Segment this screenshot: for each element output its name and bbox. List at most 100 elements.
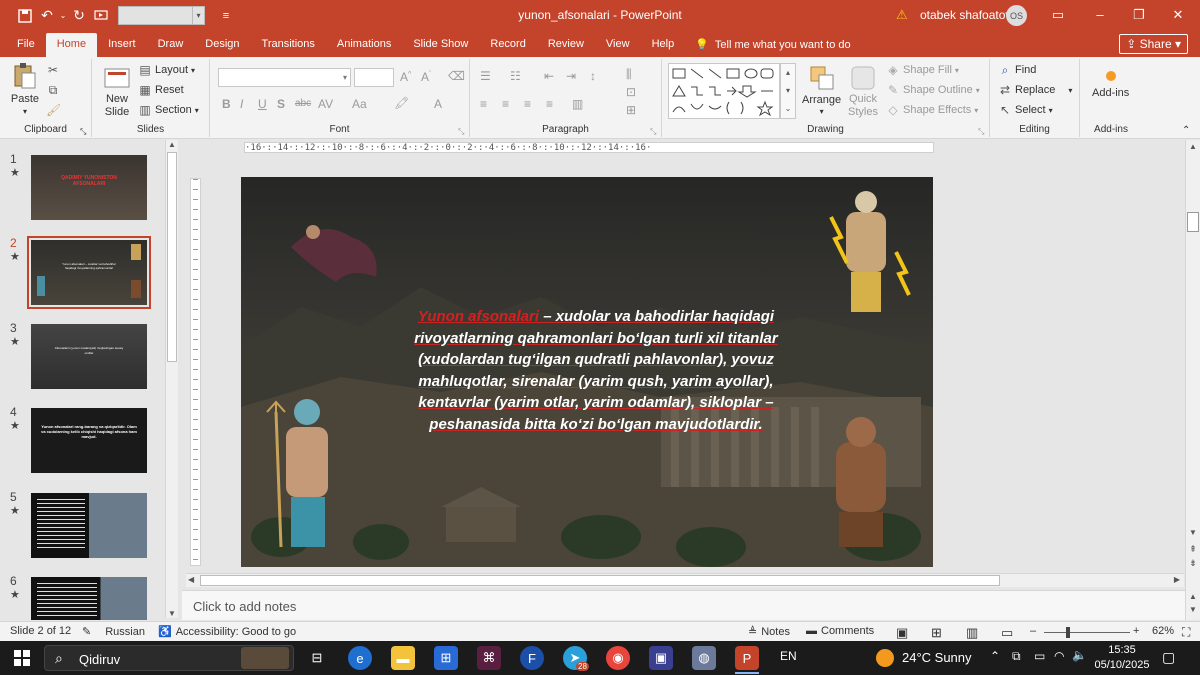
share-button[interactable]: ⇪ Share ▾ bbox=[1119, 34, 1188, 54]
align-left-icon[interactable]: ≡ bbox=[480, 97, 487, 111]
battery-icon[interactable]: ▭ bbox=[1034, 649, 1045, 663]
task-view-icon[interactable]: ⊟ bbox=[305, 646, 329, 670]
zoom-level[interactable]: 62% bbox=[1152, 625, 1174, 637]
zoom-slider-track[interactable] bbox=[1044, 632, 1130, 633]
line-spacing-icon[interactable]: ↕ bbox=[590, 69, 596, 83]
tab-record[interactable]: Record bbox=[479, 33, 536, 57]
arrange-button[interactable]: Arrange ▾ bbox=[802, 63, 841, 116]
slide-canvas[interactable]: Yunon afsonalari – xudolar va bahodirlar… bbox=[241, 177, 933, 567]
scroll-up-icon[interactable]: ▲ bbox=[1186, 142, 1200, 151]
scroll-left-icon[interactable]: ◀ bbox=[188, 575, 194, 584]
tab-design[interactable]: Design bbox=[194, 33, 250, 57]
vertical-ruler[interactable] bbox=[190, 178, 201, 566]
redo-icon[interactable]: ↻ bbox=[68, 5, 90, 27]
paragraph-launcher-icon[interactable]: ⤡ bbox=[650, 127, 656, 137]
grow-font-button[interactable]: A^ bbox=[400, 70, 411, 84]
decrease-indent-icon[interactable]: ⇤ bbox=[544, 69, 554, 83]
tab-help[interactable]: Help bbox=[641, 33, 686, 57]
save-icon[interactable] bbox=[14, 5, 36, 27]
app-icon[interactable]: ◍ bbox=[692, 646, 716, 670]
slide-vertical-scrollbar[interactable]: ▲ ▼ ⇞ ⇟ ▲ ▼ bbox=[1185, 140, 1200, 620]
strikethrough-button[interactable]: abc bbox=[295, 98, 311, 109]
thumbnails-scrollbar[interactable]: ▲ ▼ bbox=[165, 140, 178, 618]
shapes-gallery-more-icon[interactable]: ▴ ▾ ⌄ bbox=[780, 63, 796, 119]
zoom-slider-thumb[interactable] bbox=[1066, 627, 1070, 638]
previous-slide-icon[interactable]: ⇞ bbox=[1186, 544, 1200, 555]
font-name-input[interactable] bbox=[218, 68, 351, 87]
font-launcher-icon[interactable]: ⤡ bbox=[458, 127, 464, 137]
slide-body-text[interactable]: Yunon afsonalari – xudolar va bahodirlar… bbox=[396, 306, 796, 436]
columns-icon[interactable]: ▥ bbox=[572, 97, 583, 111]
notes-pane[interactable]: Click to add notes bbox=[182, 590, 1185, 620]
powerpoint-icon[interactable]: P bbox=[735, 646, 759, 670]
undo-dropdown-icon[interactable]: ⌄ bbox=[58, 5, 68, 27]
paste-button[interactable]: Paste ▾ bbox=[10, 61, 40, 116]
restore-button[interactable]: ❐ bbox=[1127, 4, 1151, 26]
change-case-button[interactable]: Aa bbox=[352, 97, 367, 111]
scroll-down-icon[interactable]: ▼ bbox=[166, 609, 178, 618]
tab-animations[interactable]: Animations bbox=[326, 33, 402, 57]
tab-file[interactable]: File bbox=[0, 33, 46, 57]
minimize-button[interactable]: – bbox=[1088, 4, 1112, 26]
taskbar-search[interactable]: ⌕ Qidiruv bbox=[44, 645, 294, 671]
ribbon-display-icon[interactable]: ▭ bbox=[1046, 4, 1070, 26]
start-from-beginning-icon[interactable] bbox=[90, 5, 112, 27]
wifi-icon[interactable]: ◠ bbox=[1054, 649, 1064, 663]
thumbnail-slide-3[interactable]: Afsonalarni (yunon madaniyati) rivojlant… bbox=[31, 324, 147, 389]
tray-app-icon[interactable]: ⧉ bbox=[1012, 649, 1021, 664]
language-indicator[interactable]: ✎ Russian bbox=[82, 625, 145, 639]
character-spacing-button[interactable]: AV bbox=[318, 97, 333, 111]
tell-me-search[interactable]: 💡 Tell me what you want to do bbox=[695, 33, 850, 57]
shapes-gallery[interactable] bbox=[668, 63, 780, 119]
scroll-down-icon[interactable]: ▼ bbox=[1186, 528, 1200, 537]
font-size-input[interactable] bbox=[354, 68, 394, 87]
shadow-button[interactable]: S bbox=[277, 97, 285, 111]
customize-toolbar-icon[interactable]: ≡ bbox=[215, 5, 237, 27]
bold-button[interactable]: B bbox=[222, 97, 231, 111]
font-color-button[interactable]: A bbox=[434, 97, 442, 111]
warning-icon[interactable]: ⚠ bbox=[896, 7, 908, 23]
thumbnail-slide-1[interactable]: QADIMIY YUNONISTON AFSONALARI bbox=[31, 155, 147, 220]
horizontal-ruler[interactable]: ·16·:·14·:·12·:·10·:·8·:·6·:·4·:·2·:·0·:… bbox=[244, 142, 934, 153]
normal-view-icon[interactable]: ▣ bbox=[896, 625, 908, 641]
volume-icon[interactable]: 🔈 bbox=[1072, 648, 1087, 662]
accessibility-indicator[interactable]: ♿ Accessibility: Good to go bbox=[158, 625, 296, 639]
justify-icon[interactable]: ≡ bbox=[546, 97, 553, 111]
layout-button[interactable]: ▤ Layout ▾ bbox=[138, 63, 195, 77]
notes-placeholder[interactable]: Click to add notes bbox=[193, 599, 296, 614]
thumbnail-slide-6[interactable] bbox=[31, 577, 147, 620]
zoom-out-button[interactable]: – bbox=[1030, 625, 1036, 637]
horizontal-scroll-thumb[interactable] bbox=[200, 575, 1000, 586]
clear-formatting-icon[interactable]: ⌫ bbox=[448, 69, 465, 83]
chrome-icon[interactable]: ◉ bbox=[606, 646, 630, 670]
slideshow-view-icon[interactable]: ▭ bbox=[1001, 625, 1013, 641]
weather-label[interactable]: 24°C Sunny bbox=[902, 650, 972, 665]
app-icon[interactable]: ⌘ bbox=[477, 646, 501, 670]
comments-button[interactable]: ▬ Comments bbox=[806, 625, 874, 637]
slide-scroll-thumb[interactable] bbox=[1187, 212, 1199, 232]
avatar[interactable]: OS bbox=[1006, 5, 1027, 26]
numbering-icon[interactable]: ☷ bbox=[510, 69, 521, 83]
tab-view[interactable]: View bbox=[595, 33, 641, 57]
tab-review[interactable]: Review bbox=[537, 33, 595, 57]
save-app-icon[interactable]: ▣ bbox=[649, 646, 673, 670]
slide-horizontal-scrollbar[interactable]: ◀ ▶ bbox=[186, 573, 1184, 587]
tab-insert[interactable]: Insert bbox=[97, 33, 147, 57]
undo-icon[interactable]: ↶ bbox=[36, 5, 58, 27]
copy-button[interactable]: ⧉ bbox=[46, 83, 60, 97]
bullets-icon[interactable]: ☰ bbox=[480, 69, 491, 83]
quick-styles-button[interactable]: Quick Styles bbox=[848, 63, 878, 119]
quick-font-box[interactable] bbox=[118, 6, 193, 25]
italic-button[interactable]: I bbox=[240, 97, 243, 111]
reset-button[interactable]: ▦ Reset bbox=[138, 83, 183, 97]
smartart-icon[interactable]: ⊞ bbox=[626, 103, 636, 117]
thumbnail-slide-4[interactable]: Yunon afsonalari rang-barang va qiziqarl… bbox=[31, 408, 147, 473]
windows-start-icon[interactable] bbox=[10, 646, 34, 670]
shape-fill-button[interactable]: ◈ Shape Fill ▾ bbox=[886, 63, 959, 77]
notifications-icon[interactable]: ▢ bbox=[1162, 649, 1175, 666]
align-right-icon[interactable]: ≡ bbox=[524, 97, 531, 111]
tab-home[interactable]: Home bbox=[45, 33, 98, 57]
thumbnails-scroll-thumb[interactable] bbox=[167, 152, 177, 362]
clipboard-launcher-icon[interactable]: ⤡ bbox=[80, 127, 86, 137]
shrink-font-button[interactable]: Aˇ bbox=[421, 70, 431, 84]
